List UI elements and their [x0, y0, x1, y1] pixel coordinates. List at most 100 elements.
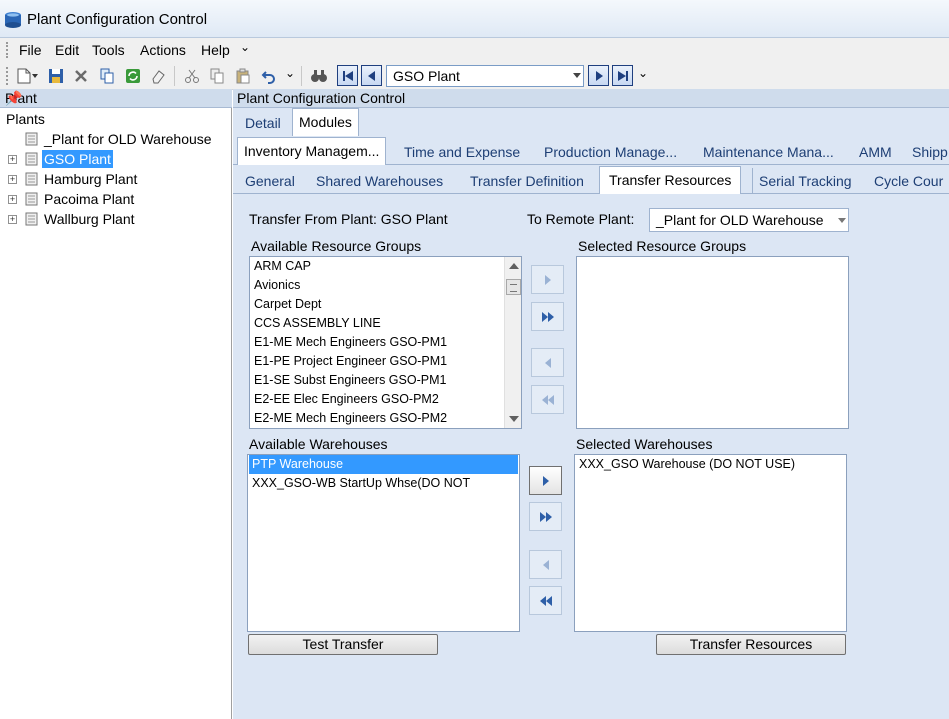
list-item[interactable]: XXX_GSO Warehouse (DO NOT USE) [579, 455, 795, 474]
plant-node-icon [25, 192, 38, 206]
tab-modules[interactable]: Modules [292, 108, 359, 136]
tab-detail[interactable]: Detail [245, 110, 281, 136]
list-item[interactable]: Carpet Dept [254, 295, 321, 314]
tab-time-and-expense[interactable]: Time and Expense [404, 139, 520, 165]
tree-node-label: _Plant for OLD Warehouse [44, 131, 212, 147]
expand-icon[interactable]: + [8, 155, 17, 164]
plant-selector[interactable]: GSO Plant [386, 65, 584, 87]
selected-resource-groups-list[interactable] [576, 256, 849, 429]
arrow-left-icon [542, 559, 549, 570]
scroll-up-icon[interactable] [509, 263, 519, 269]
tab-transfer-resources[interactable]: Transfer Resources [599, 166, 742, 194]
toolbar-overflow-icon[interactable]: ⌄ [638, 66, 648, 80]
plant-node-icon [25, 172, 38, 186]
tab-maintenance-management[interactable]: Maintenance Mana... [703, 139, 834, 165]
groups-scrollbar[interactable] [504, 257, 521, 428]
list-item[interactable]: E1-SE Subst Engineers GSO-PM1 [254, 371, 446, 390]
copy-record-icon[interactable] [97, 66, 117, 86]
remove-group-button[interactable] [531, 348, 564, 377]
available-groups-label: Available Resource Groups [251, 238, 422, 254]
tab-inventory-management[interactable]: Inventory Managem... [237, 137, 387, 165]
tab-production-management[interactable]: Production Manage... [544, 139, 677, 165]
menu-file[interactable]: File [19, 42, 42, 58]
tab-shipping[interactable]: Shipp [912, 139, 948, 165]
add-all-groups-button[interactable] [531, 302, 564, 331]
list-item[interactable]: ARM CAP [254, 257, 311, 276]
undo-icon[interactable] [259, 66, 279, 86]
menu-edit[interactable]: Edit [55, 42, 79, 58]
list-item[interactable]: E1-ME Mech Engineers GSO-PM1 [254, 333, 447, 352]
cut-icon[interactable] [182, 66, 202, 86]
tab-shared-warehouses[interactable]: Shared Warehouses [316, 168, 443, 194]
add-all-warehouses-button[interactable] [529, 502, 562, 531]
tab-transfer-definition[interactable]: Transfer Definition [470, 168, 584, 194]
selected-warehouses-label: Selected Warehouses [576, 436, 713, 452]
remove-all-groups-button[interactable] [531, 385, 564, 414]
pin-icon[interactable]: 📌 [5, 90, 224, 107]
transfer-resources-button[interactable]: Transfer Resources [656, 634, 846, 655]
tab-general[interactable]: General [245, 168, 295, 194]
tree-node-hamburg-plant[interactable]: + Hamburg Plant [0, 170, 232, 188]
available-resource-groups-list[interactable]: ARM CAP Avionics Carpet Dept CCS ASSEMBL… [249, 256, 522, 429]
menu-overflow-icon[interactable]: ⌄ [240, 40, 250, 54]
tab-serial-tracking[interactable]: Serial Tracking [752, 168, 852, 194]
menu-help[interactable]: Help [201, 42, 230, 58]
chevron-down-icon[interactable] [573, 73, 581, 78]
copy-icon[interactable] [207, 66, 227, 86]
transfer-from-label: Transfer From Plant: GSO Plant [249, 211, 448, 227]
add-warehouse-button[interactable] [529, 466, 562, 495]
toolbar-overflow-icon[interactable]: ⌄ [285, 66, 295, 80]
toolbar-separator [174, 66, 175, 86]
tree-node-pacoima-plant[interactable]: + Pacoima Plant [0, 190, 232, 208]
next-record-button[interactable] [588, 65, 609, 86]
delete-icon[interactable] [71, 66, 91, 86]
refresh-icon[interactable] [123, 66, 143, 86]
configuration-panel-title: Plant Configuration Control [237, 90, 406, 106]
double-arrow-left-icon [541, 394, 554, 405]
menu-grip [6, 42, 10, 58]
previous-record-button[interactable] [361, 65, 382, 86]
tree-node-gso-plant[interactable]: + GSO Plant [0, 150, 232, 168]
test-transfer-button[interactable]: Test Transfer [248, 634, 438, 655]
menu-actions[interactable]: Actions [140, 42, 186, 58]
new-dropdown-icon[interactable] [30, 66, 40, 86]
available-warehouses-list[interactable]: PTP Warehouse XXX_GSO-WB StartUp Whse(DO… [247, 454, 520, 632]
tree-node-wallburg-plant[interactable]: + Wallburg Plant [0, 210, 232, 228]
available-warehouses-label: Available Warehouses [249, 436, 388, 452]
remove-all-warehouses-button[interactable] [529, 586, 562, 615]
scroll-down-icon[interactable] [509, 416, 519, 422]
tree-node-old-warehouse[interactable]: _Plant for OLD Warehouse [0, 130, 232, 148]
list-item[interactable]: PTP Warehouse [249, 455, 518, 474]
paste-icon[interactable] [233, 66, 253, 86]
expand-icon[interactable]: + [8, 215, 17, 224]
add-group-button[interactable] [531, 265, 564, 294]
remove-warehouse-button[interactable] [529, 550, 562, 579]
next-icon [595, 70, 603, 81]
eraser-icon[interactable] [148, 66, 168, 86]
transfer-resources-content: Transfer From Plant: GSO Plant To Remote… [233, 197, 949, 719]
chevron-down-icon[interactable] [838, 218, 846, 223]
scroll-thumb[interactable] [506, 279, 521, 295]
expand-icon[interactable]: + [8, 195, 17, 204]
list-item[interactable]: Avionics [254, 276, 300, 295]
list-item[interactable]: E2-ME Mech Engineers GSO-PM2 [254, 409, 447, 428]
to-remote-plant-label: To Remote Plant: [527, 211, 635, 227]
tab-cycle-count[interactable]: Cycle Cour [874, 168, 943, 194]
menu-tools[interactable]: Tools [92, 42, 125, 58]
list-item[interactable]: E2-EE Elec Engineers GSO-PM2 [254, 390, 439, 409]
toolbar-grip [6, 67, 10, 85]
last-record-button[interactable] [612, 65, 633, 86]
selected-warehouses-list[interactable]: XXX_GSO Warehouse (DO NOT USE) [574, 454, 847, 632]
remote-plant-select[interactable]: _Plant for OLD Warehouse [649, 208, 849, 232]
expand-icon[interactable]: + [8, 175, 17, 184]
list-item[interactable]: XXX_GSO-WB StartUp Whse(DO NOT [252, 474, 470, 493]
arrow-left-icon [544, 357, 551, 368]
first-record-button[interactable] [337, 65, 358, 86]
toolbar-separator [301, 66, 302, 86]
tab-amm[interactable]: AMM [859, 139, 892, 165]
list-item[interactable]: E1-PE Project Engineer GSO-PM1 [254, 352, 447, 371]
list-item[interactable]: CCS ASSEMBLY LINE [254, 314, 381, 333]
find-icon[interactable] [309, 66, 329, 86]
save-icon[interactable] [46, 66, 66, 86]
tree-root-plants[interactable]: Plants [6, 110, 45, 128]
